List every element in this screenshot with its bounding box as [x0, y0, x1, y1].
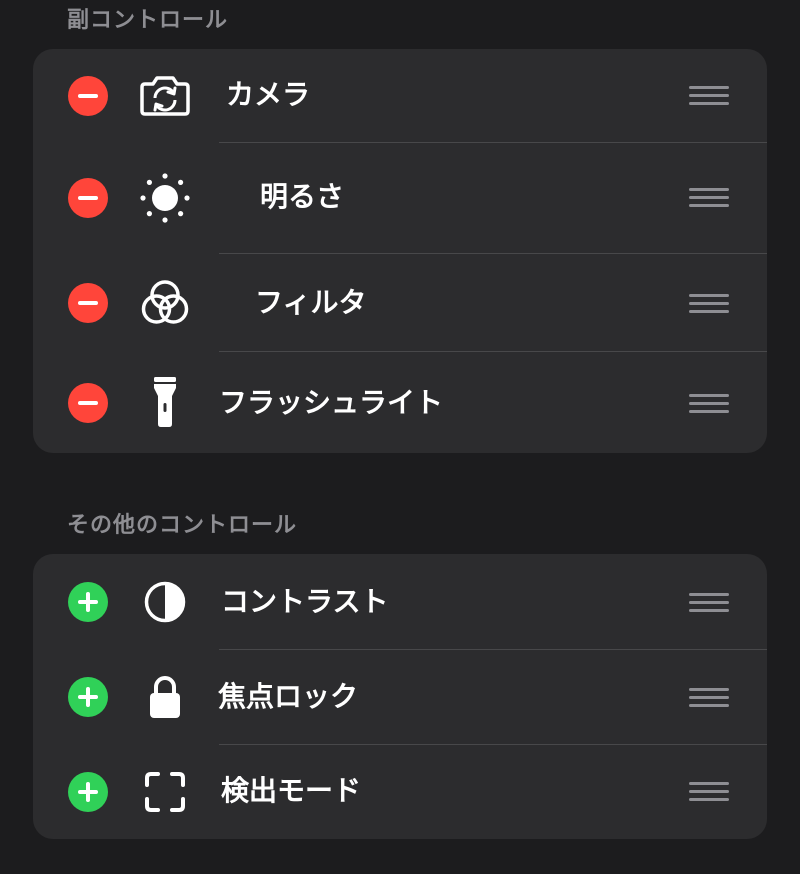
control-label-contrast: コントラスト [221, 585, 389, 618]
control-row-flashlight: フラッシュライト [33, 352, 767, 453]
reorder-handle-detection-mode[interactable] [689, 780, 729, 804]
reorder-handle-focus-lock[interactable] [689, 686, 729, 710]
contrast-icon [137, 574, 193, 630]
lock-icon [137, 669, 193, 725]
remove-button-brightness[interactable] [68, 178, 108, 218]
section-header-other-controls: その他のコントロール [67, 513, 298, 538]
reorder-handle-filters[interactable] [689, 292, 729, 316]
flashlight-icon [137, 375, 193, 431]
add-button-focus-lock[interactable] [68, 677, 108, 717]
control-row-filters: フィルタ [33, 254, 767, 352]
control-row-brightness: 明るさ [33, 143, 767, 254]
control-row-focus-lock: 焦点ロック [33, 650, 767, 745]
control-row-detection-mode: 検出モード [33, 745, 767, 839]
remove-button-camera[interactable] [68, 76, 108, 116]
control-label-flashlight: フラッシュライト [219, 386, 444, 419]
brightness-icon [137, 170, 193, 226]
control-label-filters: フィルタ [255, 286, 367, 319]
secondary-controls-group: カメラ 明るさ フィルタ フラッシュライト [33, 49, 767, 453]
control-label-detection-mode: 検出モード [221, 774, 362, 807]
control-label-focus-lock: 焦点ロック [218, 680, 359, 713]
control-row-contrast: コントラスト [33, 554, 767, 650]
filters-icon [137, 275, 193, 331]
reorder-handle-contrast[interactable] [689, 591, 729, 615]
camera-switch-icon [137, 68, 193, 124]
other-controls-group: コントラスト 焦点ロック 検出モード [33, 554, 767, 839]
add-button-detection-mode[interactable] [68, 772, 108, 812]
viewfinder-icon [137, 764, 193, 820]
section-header-secondary-controls: 副コントロール [67, 8, 229, 33]
control-label-brightness: 明るさ [260, 180, 345, 213]
control-row-camera: カメラ [33, 49, 767, 143]
control-label-camera: カメラ [226, 78, 311, 111]
reorder-handle-flashlight[interactable] [689, 392, 729, 416]
reorder-handle-brightness[interactable] [689, 186, 729, 210]
add-button-contrast[interactable] [68, 582, 108, 622]
reorder-handle-camera[interactable] [689, 84, 729, 108]
remove-button-filters[interactable] [68, 283, 108, 323]
remove-button-flashlight[interactable] [68, 383, 108, 423]
